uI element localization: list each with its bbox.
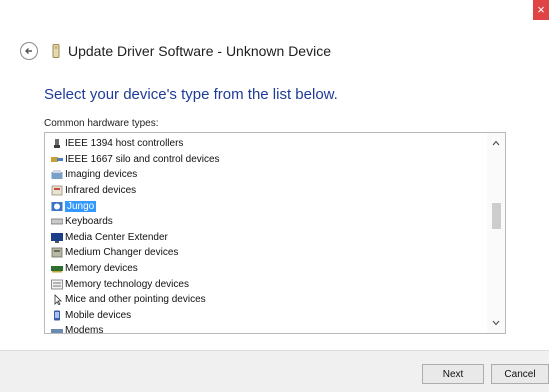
mobile-device-icon [54,310,60,321]
page-heading: Select your device's type from the list … [44,86,338,103]
ieee1394-icon [54,139,60,149]
next-button[interactable]: Next [422,364,484,384]
media-center-icon [51,232,63,243]
list-item[interactable]: Imaging devices [45,167,485,183]
jungo-icon [51,201,63,211]
cancel-button[interactable]: Cancel [491,364,549,384]
list-item[interactable]: Memory technology devices [45,276,485,292]
modem-icon [51,329,63,333]
memory-technology-icon [51,279,63,290]
infrared-device-icon [51,185,63,196]
close-button[interactable]: × [533,0,549,20]
list-item[interactable]: Infrared devices [45,183,485,199]
list-item[interactable]: Memory devices [45,261,485,277]
list-item-label: Jungo [65,200,97,212]
list-item[interactable]: Keyboards [45,214,485,230]
list-item-label: Mice and other pointing devices [65,294,206,306]
list-item-label: Imaging devices [65,169,138,181]
list-item-label: Media Center Extender [65,231,168,243]
ieee1667-icon [51,156,63,162]
chevron-down-icon [492,320,500,326]
chevron-up-icon [492,140,500,146]
window-title: Update Driver Software - Unknown Device [68,43,331,59]
list-item-label: Memory devices [65,263,138,275]
update-driver-dialog: × Update Driver Software - Unknown Devic… [0,0,549,392]
list-scrollbar[interactable] [487,133,505,333]
list-item-label: IEEE 1394 host controllers [65,138,184,150]
dialog-footer: Next Cancel [0,350,549,392]
device-icon [52,44,60,58]
title-bar: × [0,0,549,28]
list-item[interactable]: Mobile devices [45,308,485,324]
list-item[interactable]: Mice and other pointing devices [45,292,485,308]
list-item[interactable]: Modems [45,323,485,334]
list-item[interactable]: Medium Changer devices [45,245,485,261]
list-item[interactable]: IEEE 1667 silo and control devices [45,152,485,168]
list-item-label: Memory technology devices [65,278,189,290]
back-button[interactable] [20,42,38,60]
list-label: Common hardware types: [44,118,159,129]
medium-changer-icon [51,248,63,258]
list-item[interactable]: Media Center Extender [45,230,485,246]
hardware-type-list[interactable]: IEEE 1394 host controllers IEEE 1667 silo… [44,132,506,334]
keyboard-icon [51,218,63,225]
scrollbar-thumb[interactable] [492,203,501,229]
memory-device-icon [51,266,63,273]
list-item[interactable]: IEEE 1394 host controllers [45,136,485,152]
list-item-label: Infrared devices [65,185,137,197]
scroll-down-button[interactable] [487,315,505,331]
list-item-label: Modems [65,325,104,334]
list-item-label: Mobile devices [65,309,132,321]
back-arrow-icon [25,48,32,54]
list-item-label: Keyboards [65,216,113,228]
mouse-icon [54,294,62,306]
imaging-device-icon [51,170,63,180]
scroll-up-button[interactable] [487,135,505,151]
dialog-header: Update Driver Software - Unknown Device [20,40,520,62]
list-item[interactable]: Jungo [45,198,485,214]
list-item-label: IEEE 1667 silo and control devices [65,153,220,165]
list-item-label: Medium Changer devices [65,247,179,259]
